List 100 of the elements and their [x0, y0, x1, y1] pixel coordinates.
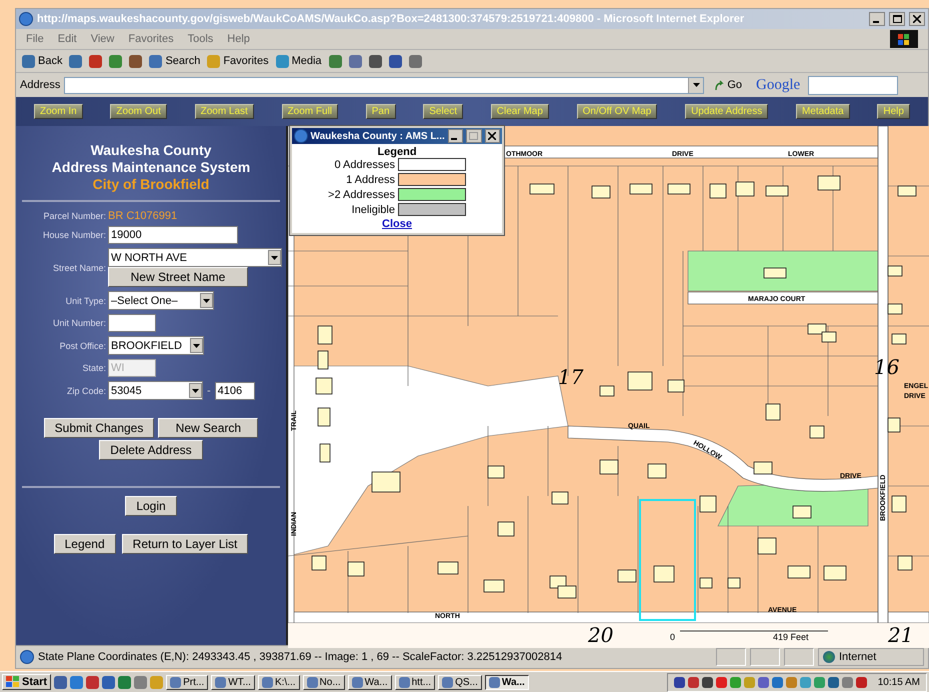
security-zone: Internet [839, 651, 876, 663]
dropdown-field[interactable]: –Select One– [108, 291, 214, 310]
favorites-button[interactable]: Favorites [207, 54, 269, 68]
field-label: State: [81, 363, 106, 373]
field-label: Post Office: [58, 340, 106, 350]
legend-window-title: Waukesha County : AMS L... [310, 130, 445, 142]
caret-icon [192, 388, 199, 392]
input-field[interactable]: 4106 [214, 382, 255, 400]
quick-launch-icon[interactable] [86, 676, 100, 688]
minimize-icon[interactable] [869, 12, 885, 26]
taskbar-button[interactable]: Wa... [484, 674, 529, 690]
panel-button[interactable]: Return to Layer List [122, 534, 248, 554]
login-button[interactable]: Login [125, 496, 177, 516]
tray-icon[interactable] [716, 676, 727, 688]
dropdown-field[interactable]: 53045 [108, 381, 203, 400]
tray-icon[interactable] [828, 676, 839, 688]
tray-icon[interactable] [688, 676, 699, 688]
address-label: Address [20, 79, 60, 91]
taskbar-button[interactable]: K:\... [258, 674, 300, 690]
windows-flag-icon [6, 676, 20, 688]
tray-icon[interactable] [702, 676, 713, 688]
taskbar-button[interactable]: Wa... [348, 674, 392, 690]
browser-icon [294, 129, 308, 143]
section-number: 17 [558, 365, 584, 389]
menu-item[interactable]: Help [227, 33, 250, 45]
legend-label: 0 Addresses [333, 158, 395, 170]
dropdown-field[interactable]: W NORTH AVE [108, 248, 282, 267]
tray-icon[interactable] [856, 676, 867, 688]
quick-launch-icon[interactable] [134, 676, 148, 688]
tray-icon[interactable] [772, 676, 783, 688]
go-button[interactable]: Go [708, 79, 748, 91]
section-number: 20 [588, 623, 614, 647]
page-icon [20, 650, 34, 664]
field-label: Parcel Number: [42, 211, 106, 221]
menu-item[interactable]: Favorites [128, 33, 174, 45]
scale-label: 0 [670, 632, 676, 642]
google-toolbar-button[interactable]: Google [752, 76, 804, 94]
dropdown-field[interactable]: BROOKFIELD [108, 336, 204, 355]
action-button[interactable]: Delete Address [99, 440, 203, 460]
legend-label: Ineligible [350, 204, 395, 216]
caret-icon [203, 298, 210, 302]
parcel-number-value: BR C1076991 [108, 210, 178, 222]
menu-item[interactable]: Tools [188, 33, 214, 45]
start-button[interactable]: Start [2, 674, 52, 690]
field-label: Street Name: [52, 262, 106, 272]
panel-button[interactable]: Legend [54, 534, 116, 554]
status-pane [784, 648, 814, 666]
taskbar-button[interactable]: WT... [211, 674, 255, 690]
tray-icon[interactable] [674, 676, 685, 688]
quick-launch-icon[interactable] [70, 676, 84, 688]
close-link[interactable]: Close [382, 218, 412, 230]
caret-icon [271, 256, 278, 260]
new-street-name-button[interactable]: New Street Name [108, 267, 248, 287]
menu-item[interactable]: Edit [58, 33, 77, 45]
search-button[interactable]: Search [149, 54, 200, 68]
scale-label: 419 Feet [773, 632, 809, 642]
status-text: State Plane Coordinates (E,N): 2493343.45 , 393871.69 -- Image: 1 , 69 -- ScaleFactor: 3.22512937002814 [38, 651, 564, 663]
arrow-icon [714, 80, 726, 90]
field-label: Unit Number: [52, 318, 106, 328]
quick-launch-icon[interactable] [118, 676, 132, 688]
field-label: Zip Code: [66, 386, 106, 396]
zip-separator: - [207, 384, 211, 396]
close-icon[interactable] [909, 12, 925, 26]
globe-icon [823, 651, 835, 663]
field-label: House Number: [42, 230, 106, 240]
quick-launch-icon[interactable] [54, 676, 68, 688]
input-field[interactable]: 19000 [108, 226, 238, 244]
status-pane [716, 648, 746, 666]
menu-item[interactable]: View [90, 33, 114, 45]
taskbar-button[interactable]: No... [302, 674, 345, 690]
caret-icon [692, 83, 700, 87]
taskbar-button[interactable]: QS... [438, 674, 482, 690]
maximize-icon[interactable] [889, 12, 905, 26]
minimize-icon[interactable] [448, 129, 464, 143]
input-field[interactable] [108, 314, 156, 332]
panel-title: Address Maintenance System [52, 159, 250, 176]
windows-flag-icon [890, 30, 918, 48]
back-button[interactable]: Back [22, 54, 62, 68]
menu-item[interactable]: File [26, 33, 44, 45]
clock: 10:15 AM [876, 676, 920, 688]
status-pane [750, 648, 780, 666]
taskbar-button[interactable]: Prt... [166, 674, 208, 690]
window-title: http://maps.waukeshacounty.gov/gisweb/WaukCoAMS/WaukCo.asp?Box=2481300:374579:2519721:409800 - Microsoft Internet Explorer [37, 13, 746, 25]
browser-icon [19, 12, 33, 26]
caret-icon [193, 344, 200, 348]
legend-heading: Legend [377, 146, 417, 158]
media-button[interactable]: Media [276, 54, 322, 68]
section-number: 21 [888, 623, 914, 647]
address-field[interactable] [64, 76, 704, 94]
city-name: City of Brookfield [92, 176, 210, 193]
quick-launch-icon[interactable] [102, 676, 116, 688]
legend-label: >2 Addresses [328, 188, 395, 200]
tray-icon[interactable] [758, 676, 769, 688]
panel-title: Waukesha County [90, 142, 212, 159]
close-icon[interactable] [484, 129, 500, 143]
search-field[interactable] [808, 76, 898, 94]
section-number: 16 [874, 355, 900, 379]
action-button[interactable]: New Search [158, 418, 258, 438]
action-button[interactable]: Submit Changes [44, 418, 154, 438]
taskbar-button[interactable]: htt... [394, 674, 436, 690]
